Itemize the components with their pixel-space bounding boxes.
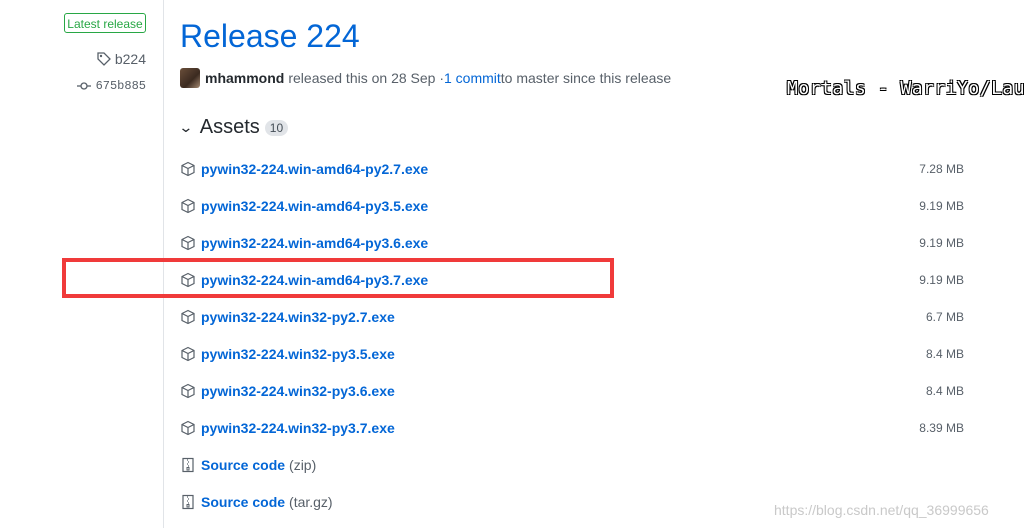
source-format: (zip)	[289, 457, 317, 473]
highlight-box	[62, 258, 614, 298]
file-zip-icon	[180, 494, 201, 510]
asset-size: 9.19 MB	[919, 199, 964, 213]
asset-size: 7.28 MB	[919, 162, 964, 176]
asset-size: 8.4 MB	[925, 347, 964, 361]
asset-size: 8.4 MB	[925, 384, 964, 398]
package-icon	[180, 383, 201, 399]
assets-label: Assets	[199, 116, 260, 138]
asset-size: 9.19 MB	[919, 273, 964, 287]
avatar[interactable]	[180, 68, 200, 88]
source-format: (tar.gz)	[289, 494, 333, 510]
assets-toggle[interactable]: ⌄ Assets 10	[178, 116, 289, 139]
tag-icon	[97, 52, 111, 66]
asset-row[interactable]: pywin32-224.win-amd64-py3.5.exe 9.19 MB	[180, 195, 964, 217]
assets-count-badge: 10	[264, 119, 289, 136]
source-code-row[interactable]: Source code (zip)	[180, 454, 964, 476]
asset-name[interactable]: pywin32-224.win-amd64-py3.6.exe	[201, 235, 428, 251]
asset-size: 9.19 MB	[919, 236, 964, 250]
asset-name[interactable]: pywin32-224.win32-py3.5.exe	[201, 346, 395, 362]
git-commit-icon	[76, 82, 91, 90]
source-code-link[interactable]: Source code	[201, 494, 285, 510]
asset-size: 8.39 MB	[919, 421, 964, 435]
package-icon	[180, 198, 201, 214]
asset-row[interactable]: pywin32-224.win-amd64-py2.7.exe 7.28 MB	[180, 158, 964, 180]
asset-size: 6.7 MB	[925, 310, 964, 324]
watermark-bottom: https://blog.csdn.net/qq_36999656	[774, 502, 989, 518]
tag-link[interactable]: b224	[97, 51, 146, 67]
source-code-link[interactable]: Source code	[201, 457, 285, 473]
release-meta-suffix: to master since this release	[500, 70, 672, 86]
asset-row[interactable]: pywin32-224.win32-py3.6.exe 8.4 MB	[180, 380, 964, 402]
package-icon	[180, 161, 201, 177]
asset-name[interactable]: pywin32-224.win32-py3.7.exe	[201, 420, 395, 436]
asset-name[interactable]: pywin32-224.win32-py3.6.exe	[201, 383, 395, 399]
package-icon	[180, 420, 201, 436]
asset-name[interactable]: pywin32-224.win32-py2.7.exe	[201, 309, 395, 325]
package-icon	[180, 235, 201, 251]
package-icon	[180, 346, 201, 362]
file-zip-icon	[180, 457, 201, 473]
asset-row[interactable]: pywin32-224.win32-py3.5.exe 8.4 MB	[180, 343, 964, 365]
asset-row[interactable]: pywin32-224.win-amd64-py3.6.exe 9.19 MB	[180, 232, 964, 254]
watermark-top: Mortals - WarriYo/Laura	[787, 78, 1026, 99]
asset-row[interactable]: pywin32-224.win32-py3.7.exe 8.39 MB	[180, 417, 964, 439]
release-meta: mhammond released this on 28 Sep · 1 com…	[180, 68, 671, 88]
author-link[interactable]: mhammond	[205, 70, 284, 86]
commit-link[interactable]: 675b885	[76, 79, 146, 93]
tag-label: b224	[114, 51, 146, 67]
chevron-down-icon: ⌄	[178, 119, 194, 135]
latest-release-badge: Latest release	[64, 13, 146, 33]
commit-sha: 675b885	[95, 79, 146, 93]
release-meta-text: released this on 28 Sep ·	[288, 70, 444, 86]
asset-row[interactable]: pywin32-224.win32-py2.7.exe 6.7 MB	[180, 306, 964, 328]
package-icon	[180, 309, 201, 325]
asset-name[interactable]: pywin32-224.win-amd64-py2.7.exe	[201, 161, 428, 177]
commits-link[interactable]: 1 commit	[444, 70, 501, 86]
release-title[interactable]: Release 224	[180, 18, 360, 55]
asset-name[interactable]: pywin32-224.win-amd64-py3.5.exe	[201, 198, 428, 214]
